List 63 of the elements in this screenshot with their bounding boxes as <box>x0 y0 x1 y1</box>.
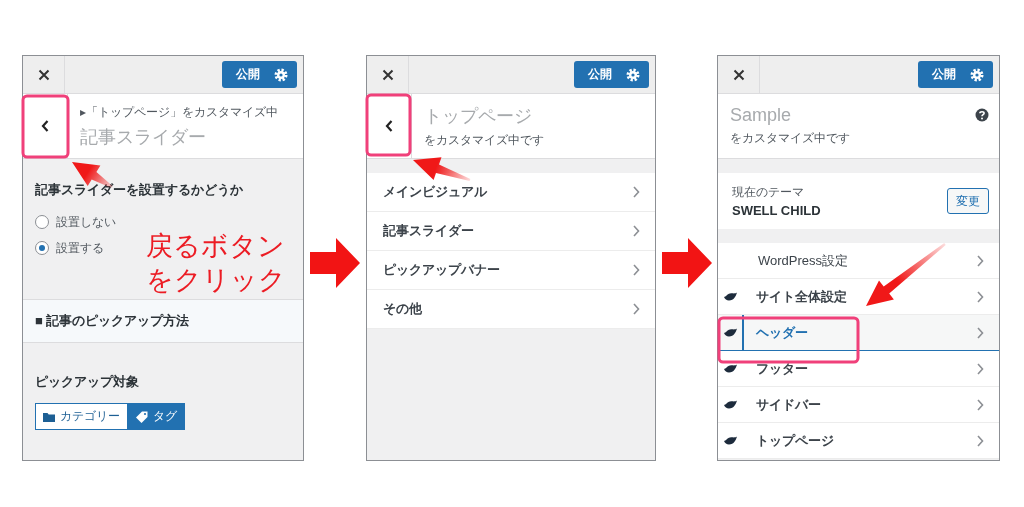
chevron-right-icon <box>975 433 985 448</box>
highlight-frame <box>21 94 70 159</box>
menu-item[interactable]: ピックアップバナー <box>367 251 655 290</box>
panel-title: Sample <box>730 105 793 126</box>
close-icon <box>732 68 745 81</box>
chevron-right-icon <box>631 185 641 199</box>
pointer-arrow <box>413 157 471 182</box>
back-icon <box>384 119 394 133</box>
chevron-right-icon <box>975 325 985 340</box>
theme-label: 現在のテーマ <box>732 184 805 201</box>
tag-icon <box>136 410 148 423</box>
menu-item[interactable]: メインビジュアル <box>367 173 655 212</box>
bird-icon <box>723 328 737 337</box>
bird-icon <box>723 364 737 373</box>
callout-text: 戻るボタン をクリック <box>146 230 286 297</box>
menu-item[interactable]: その他 <box>367 290 655 329</box>
panel-title: 記事スライダー <box>80 125 207 149</box>
close-icon <box>37 68 50 81</box>
menu-item[interactable]: サイドバー <box>718 387 999 423</box>
segment-button[interactable]: タグ <box>128 403 185 430</box>
chevron-right-icon <box>975 397 985 412</box>
breadcrumb: ▸「トップページ」をカスタマイズ中 <box>80 103 280 121</box>
menu-item[interactable]: トップページ <box>718 423 999 459</box>
panel-subtitle: をカスタマイズ中です <box>730 130 851 147</box>
bird-icon <box>723 292 737 301</box>
settings-icon <box>274 67 288 82</box>
bird-icon <box>723 400 737 409</box>
settings-icon <box>970 67 984 82</box>
radio-button[interactable] <box>35 215 49 229</box>
change-button[interactable]: 変更 <box>947 188 989 214</box>
publish-button[interactable]: 公開 <box>222 61 297 88</box>
field-label: ピックアップ対象 <box>34 373 140 391</box>
radio-button[interactable] <box>35 241 49 255</box>
chevron-right-icon <box>975 289 985 304</box>
folder-icon <box>43 411 55 422</box>
chevron-right-icon <box>631 263 641 277</box>
chevron-right-icon <box>631 224 641 238</box>
panel-title: トップページ <box>424 104 533 128</box>
step-arrow <box>661 238 712 288</box>
chevron-right-icon <box>975 361 985 376</box>
step-arrow <box>310 238 360 288</box>
bird-icon <box>723 436 737 445</box>
menu-item[interactable]: サイト全体設定 <box>718 279 999 315</box>
chevron-right-icon <box>975 253 985 268</box>
radio-label: 設置しない <box>56 213 116 231</box>
publish-button[interactable]: 公開 <box>574 61 649 88</box>
settings-icon <box>626 67 640 82</box>
menu-item[interactable]: 記事スライダー <box>367 212 655 251</box>
setting-label: 記事スライダーを設置するかどうか <box>35 181 244 199</box>
publish-button[interactable]: 公開 <box>918 61 993 88</box>
segment-button[interactable]: カテゴリー <box>35 403 128 430</box>
menu-item[interactable]: フッター <box>718 351 999 387</box>
panel-subtitle: をカスタマイズ中です <box>424 131 545 149</box>
menu-item[interactable]: ヘッダー <box>718 315 999 351</box>
radio-label: 設置する <box>56 239 104 257</box>
close-icon <box>381 68 394 81</box>
chevron-right-icon <box>631 302 641 316</box>
help-icon[interactable] <box>975 108 989 122</box>
theme-name: SWELL CHILD <box>732 203 821 218</box>
section-heading: ■ 記事のピックアップ方法 <box>23 299 303 343</box>
back-icon <box>40 119 50 133</box>
menu-item[interactable]: WordPress設定 <box>718 243 999 279</box>
highlight-frame <box>365 93 412 157</box>
